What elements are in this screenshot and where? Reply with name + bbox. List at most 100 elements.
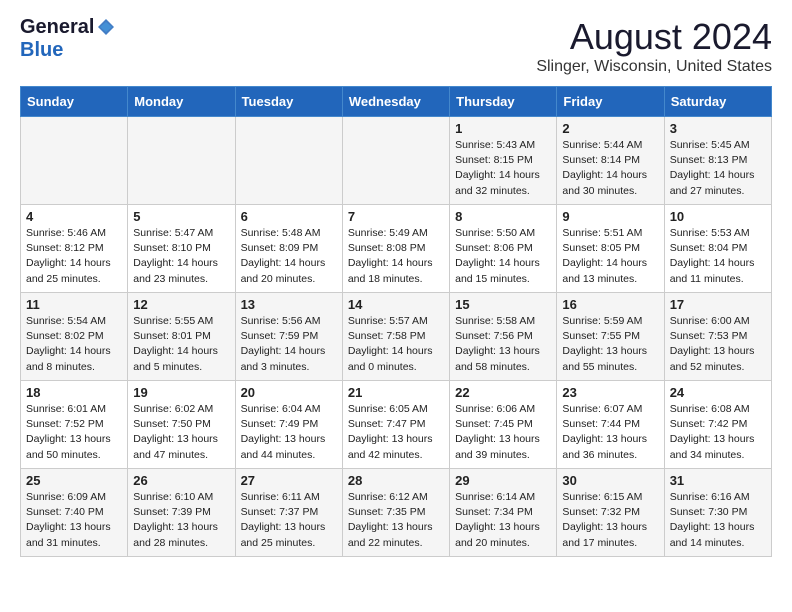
day-number: 16	[562, 297, 658, 312]
day-info: Sunrise: 5:47 AM Sunset: 8:10 PM Dayligh…	[133, 226, 229, 287]
day-number: 5	[133, 209, 229, 224]
calendar-cell: 23Sunrise: 6:07 AM Sunset: 7:44 PM Dayli…	[557, 381, 664, 469]
week-row-5: 25 Sunrise: 6:09 AM Sunset: 7:40 PM Dayli…	[21, 469, 772, 557]
day-number: 18	[26, 385, 122, 400]
week-row-3: 11 Sunrise: 5:54 AM Sunset: 8:02 PM Dayli…	[21, 293, 772, 381]
page-header: General Blue August 2024 Slinger, Wiscon…	[20, 16, 772, 76]
header-thursday: Thursday	[450, 87, 557, 117]
day-number: 25	[26, 473, 122, 488]
calendar-cell: 28 Sunrise: 6:12 AM Sunset: 7:35 PM Dayli…	[342, 469, 449, 557]
day-number: 13	[241, 297, 337, 312]
day-info: Sunrise: 5:55 AM Sunset: 8:01 PM Dayligh…	[133, 314, 229, 375]
day-number: 17	[670, 297, 766, 312]
calendar-cell: 30Sunrise: 6:15 AM Sunset: 7:32 PM Dayli…	[557, 469, 664, 557]
day-number: 10	[670, 209, 766, 224]
day-info: Sunrise: 6:14 AM Sunset: 7:34 PM Dayligh…	[455, 490, 551, 551]
calendar-cell: 7Sunrise: 5:49 AM Sunset: 8:08 PM Daylig…	[342, 205, 449, 293]
calendar-cell: 4Sunrise: 5:46 AM Sunset: 8:12 PM Daylig…	[21, 205, 128, 293]
logo-blue: Blue	[20, 39, 63, 61]
day-info: Sunrise: 6:16 AM Sunset: 7:30 PM Dayligh…	[670, 490, 766, 551]
calendar-cell	[342, 117, 449, 205]
day-number: 11	[26, 297, 122, 312]
day-number: 1	[455, 121, 551, 136]
day-number: 26	[133, 473, 229, 488]
calendar-cell: 25 Sunrise: 6:09 AM Sunset: 7:40 PM Dayli…	[21, 469, 128, 557]
day-info: Sunrise: 5:59 AM Sunset: 7:55 PM Dayligh…	[562, 314, 658, 375]
week-row-2: 4Sunrise: 5:46 AM Sunset: 8:12 PM Daylig…	[21, 205, 772, 293]
day-number: 12	[133, 297, 229, 312]
calendar-cell: 31Sunrise: 6:16 AM Sunset: 7:30 PM Dayli…	[664, 469, 771, 557]
week-row-1: 1 Sunrise: 5:43 AM Sunset: 8:15 PM Daylig…	[21, 117, 772, 205]
day-info: Sunrise: 6:09 AM Sunset: 7:40 PM Dayligh…	[26, 490, 122, 551]
calendar-cell: 27 Sunrise: 6:11 AM Sunset: 7:37 PM Dayli…	[235, 469, 342, 557]
calendar-cell: 14Sunrise: 5:57 AM Sunset: 7:58 PM Dayli…	[342, 293, 449, 381]
header-tuesday: Tuesday	[235, 87, 342, 117]
month-title: August 2024	[536, 16, 772, 58]
location-title: Slinger, Wisconsin, United States	[536, 58, 772, 76]
header-sunday: Sunday	[21, 87, 128, 117]
calendar-cell: 1 Sunrise: 5:43 AM Sunset: 8:15 PM Daylig…	[450, 117, 557, 205]
calendar-cell: 24Sunrise: 6:08 AM Sunset: 7:42 PM Dayli…	[664, 381, 771, 469]
calendar-cell: 3 Sunrise: 5:45 AM Sunset: 8:13 PM Daylig…	[664, 117, 771, 205]
calendar-cell: 5 Sunrise: 5:47 AM Sunset: 8:10 PM Daylig…	[128, 205, 235, 293]
day-number: 23	[562, 385, 658, 400]
day-number: 7	[348, 209, 444, 224]
calendar-cell: 26 Sunrise: 6:10 AM Sunset: 7:39 PM Dayli…	[128, 469, 235, 557]
calendar-cell: 15 Sunrise: 5:58 AM Sunset: 7:56 PM Dayli…	[450, 293, 557, 381]
day-number: 2	[562, 121, 658, 136]
header-wednesday: Wednesday	[342, 87, 449, 117]
day-number: 19	[133, 385, 229, 400]
calendar-cell: 17 Sunrise: 6:00 AM Sunset: 7:53 PM Dayli…	[664, 293, 771, 381]
day-info: Sunrise: 5:44 AM Sunset: 8:14 PM Dayligh…	[562, 138, 658, 199]
day-info: Sunrise: 6:04 AM Sunset: 7:49 PM Dayligh…	[241, 402, 337, 463]
week-row-4: 18 Sunrise: 6:01 AM Sunset: 7:52 PM Dayli…	[21, 381, 772, 469]
day-info: Sunrise: 5:45 AM Sunset: 8:13 PM Dayligh…	[670, 138, 766, 199]
day-number: 27	[241, 473, 337, 488]
day-info: Sunrise: 6:01 AM Sunset: 7:52 PM Dayligh…	[26, 402, 122, 463]
calendar-cell: 12 Sunrise: 5:55 AM Sunset: 8:01 PM Dayli…	[128, 293, 235, 381]
calendar-cell: 8 Sunrise: 5:50 AM Sunset: 8:06 PM Daylig…	[450, 205, 557, 293]
logo-general: General	[20, 16, 94, 39]
day-number: 15	[455, 297, 551, 312]
day-number: 28	[348, 473, 444, 488]
day-info: Sunrise: 5:53 AM Sunset: 8:04 PM Dayligh…	[670, 226, 766, 287]
day-number: 22	[455, 385, 551, 400]
day-info: Sunrise: 5:58 AM Sunset: 7:56 PM Dayligh…	[455, 314, 551, 375]
day-info: Sunrise: 5:48 AM Sunset: 8:09 PM Dayligh…	[241, 226, 337, 287]
calendar-cell: 10 Sunrise: 5:53 AM Sunset: 8:04 PM Dayli…	[664, 205, 771, 293]
day-number: 4	[26, 209, 122, 224]
day-number: 3	[670, 121, 766, 136]
calendar-cell	[235, 117, 342, 205]
calendar-table: SundayMondayTuesdayWednesdayThursdayFrid…	[20, 86, 772, 557]
day-number: 21	[348, 385, 444, 400]
logo-icon	[96, 17, 116, 37]
day-number: 9	[562, 209, 658, 224]
day-info: Sunrise: 5:54 AM Sunset: 8:02 PM Dayligh…	[26, 314, 122, 375]
day-info: Sunrise: 5:43 AM Sunset: 8:15 PM Dayligh…	[455, 138, 551, 199]
day-info: Sunrise: 5:57 AM Sunset: 7:58 PM Dayligh…	[348, 314, 444, 375]
day-info: Sunrise: 5:56 AM Sunset: 7:59 PM Dayligh…	[241, 314, 337, 375]
day-info: Sunrise: 6:05 AM Sunset: 7:47 PM Dayligh…	[348, 402, 444, 463]
day-info: Sunrise: 6:11 AM Sunset: 7:37 PM Dayligh…	[241, 490, 337, 551]
day-info: Sunrise: 6:06 AM Sunset: 7:45 PM Dayligh…	[455, 402, 551, 463]
day-number: 8	[455, 209, 551, 224]
day-info: Sunrise: 5:50 AM Sunset: 8:06 PM Dayligh…	[455, 226, 551, 287]
day-number: 6	[241, 209, 337, 224]
logo: General Blue	[20, 16, 116, 62]
day-info: Sunrise: 6:10 AM Sunset: 7:39 PM Dayligh…	[133, 490, 229, 551]
calendar-cell: 18 Sunrise: 6:01 AM Sunset: 7:52 PM Dayli…	[21, 381, 128, 469]
day-number: 29	[455, 473, 551, 488]
calendar-cell: 13 Sunrise: 5:56 AM Sunset: 7:59 PM Dayli…	[235, 293, 342, 381]
day-info: Sunrise: 6:02 AM Sunset: 7:50 PM Dayligh…	[133, 402, 229, 463]
calendar-cell	[128, 117, 235, 205]
calendar-cell: 16 Sunrise: 5:59 AM Sunset: 7:55 PM Dayli…	[557, 293, 664, 381]
calendar-cell: 2 Sunrise: 5:44 AM Sunset: 8:14 PM Daylig…	[557, 117, 664, 205]
day-info: Sunrise: 6:12 AM Sunset: 7:35 PM Dayligh…	[348, 490, 444, 551]
day-number: 20	[241, 385, 337, 400]
day-info: Sunrise: 6:00 AM Sunset: 7:53 PM Dayligh…	[670, 314, 766, 375]
calendar-cell: 19 Sunrise: 6:02 AM Sunset: 7:50 PM Dayli…	[128, 381, 235, 469]
header-monday: Monday	[128, 87, 235, 117]
calendar-cell: 6 Sunrise: 5:48 AM Sunset: 8:09 PM Daylig…	[235, 205, 342, 293]
day-number: 24	[670, 385, 766, 400]
header-saturday: Saturday	[664, 87, 771, 117]
